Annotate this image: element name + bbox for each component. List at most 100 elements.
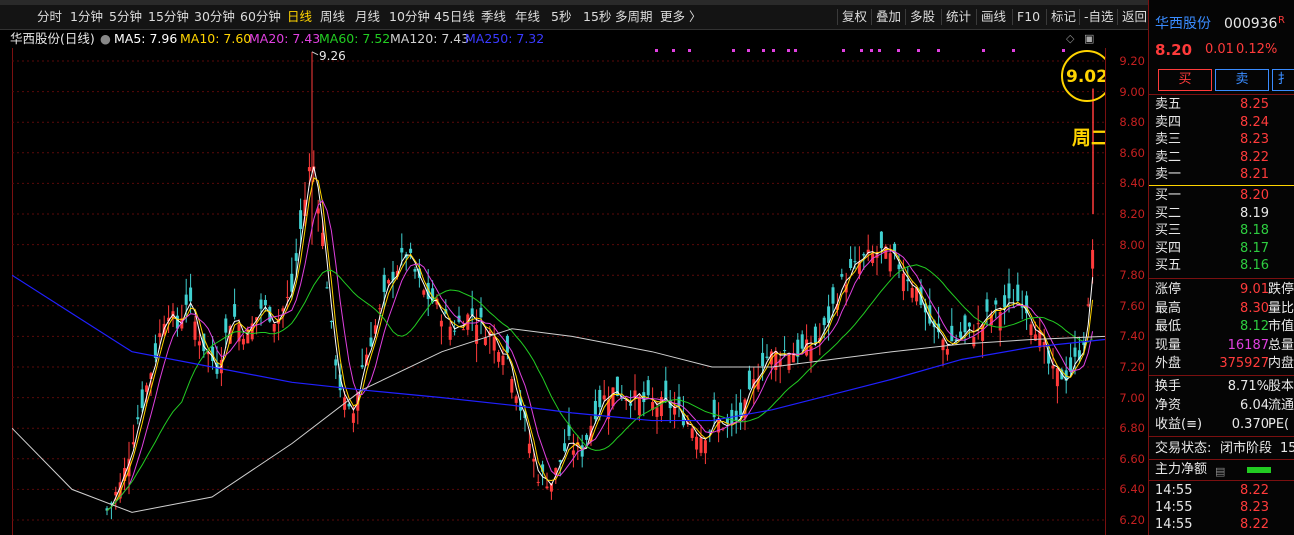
toolbar-action-0[interactable]: 复权 — [842, 5, 867, 29]
bid-label: 买三 — [1155, 223, 1182, 239]
main-flow-bar — [1247, 467, 1271, 473]
candle-body — [439, 320, 443, 327]
candle-body — [409, 248, 413, 253]
window-icon[interactable]: ▣ — [1084, 29, 1094, 49]
period-tab-4[interactable]: 30分钟 — [194, 5, 235, 29]
candle-body — [453, 330, 457, 332]
candle-body — [910, 288, 914, 298]
toolbar-action-4[interactable]: 画线 — [981, 5, 1006, 29]
candle-body — [536, 481, 540, 483]
toolbar-action-8[interactable]: 返回 — [1122, 5, 1147, 29]
candle-body — [783, 350, 787, 352]
stat-label: 涨停 — [1155, 282, 1182, 297]
stock-name[interactable]: 华西股份 — [1155, 13, 1211, 35]
period-tab-0[interactable]: 分时 — [37, 5, 62, 29]
toolbar-action-2[interactable]: 多股 — [910, 5, 935, 29]
ask-label: 卖一 — [1155, 167, 1182, 183]
trade-status-row: 交易状态: 闭市阶段 15 — [1149, 440, 1294, 458]
ask-price: 8.21 — [1240, 167, 1269, 183]
bid-price: 8.16 — [1240, 258, 1269, 274]
candle-body — [241, 338, 245, 345]
bid-price: 8.17 — [1240, 240, 1269, 256]
expand-icon[interactable]: ▤ — [1215, 463, 1225, 481]
stat2-value: 8.71% — [1227, 379, 1269, 394]
signal-marker — [878, 49, 881, 52]
candle-body — [1007, 283, 1011, 299]
period-tab-1[interactable]: 1分钟 — [70, 5, 103, 29]
period-tab-11[interactable]: 季线 — [481, 5, 506, 29]
candle-body — [571, 450, 575, 455]
stat-label: 最高 — [1155, 300, 1182, 316]
candle-body — [747, 370, 751, 390]
ma5-line — [106, 166, 1094, 511]
candle-body — [263, 299, 267, 306]
candle-body — [527, 443, 531, 454]
diamond-icon[interactable]: ◇ — [1066, 29, 1074, 49]
axis-tick-label: 8.00 — [1119, 237, 1145, 252]
sell-button[interactable]: 卖 — [1215, 69, 1269, 91]
candle-body — [360, 365, 364, 368]
candle-body — [994, 300, 998, 305]
candle-body — [189, 287, 193, 302]
buy-button[interactable]: 买 — [1158, 69, 1212, 91]
signal-marker — [762, 49, 765, 52]
candle-body — [140, 389, 144, 409]
toolbar-action-6[interactable]: 标记 — [1051, 5, 1076, 29]
axis-tick-label: 6.20 — [1119, 513, 1145, 527]
tick-price: 8.23 — [1240, 500, 1269, 515]
bid-label: 买二 — [1155, 205, 1182, 221]
stat2-row: 净资 6.04 流通 — [1149, 397, 1294, 415]
ma10-label: MA10: 7.60 — [180, 31, 252, 46]
bid-row: 买四 8.17 — [1149, 240, 1294, 258]
stat-label: 最低 — [1155, 319, 1182, 335]
toolbar-action-3[interactable]: 统计 — [946, 5, 971, 29]
candle-body — [1091, 249, 1095, 269]
stock-header: 华西股份 000936 R — [1149, 13, 1294, 35]
period-tab-2[interactable]: 5分钟 — [109, 5, 142, 29]
candle-body — [1051, 365, 1055, 369]
period-tab-7[interactable]: 周线 — [320, 5, 345, 29]
candle-body — [532, 458, 536, 462]
candle-body — [831, 287, 835, 304]
more-trade-button[interactable]: 扌 — [1272, 69, 1294, 91]
period-tab-9[interactable]: 10分钟 — [389, 5, 430, 29]
axis-tick-label: 8.80 — [1119, 115, 1145, 130]
period-tab-12[interactable]: 年线 — [515, 5, 540, 29]
stat-value: 16187 — [1227, 337, 1269, 353]
candle-body — [787, 355, 791, 370]
candle-body — [558, 459, 562, 462]
period-tab-15[interactable]: 多周期 — [615, 5, 653, 29]
candle-body — [673, 406, 677, 415]
price-axis: 9.20 9.00 8.80 8.60 8.40 8.20 8.00 7.80 7.60 7.40… — [1105, 48, 1149, 535]
period-tab-16[interactable]: 更多 〉 — [660, 5, 701, 29]
candle-body — [695, 436, 699, 450]
period-tab-3[interactable]: 15分钟 — [148, 5, 189, 29]
period-tab-10[interactable]: 45日线 — [434, 5, 475, 29]
toolbar-action-7[interactable]: -自选 — [1084, 5, 1114, 29]
candle-body — [853, 261, 857, 263]
period-tab-13[interactable]: 5秒 — [551, 5, 571, 29]
ma120-label: MA120: 7.43 — [390, 31, 470, 46]
kline-chart[interactable]: 9.26 9.02 周二 — [12, 48, 1105, 535]
stat-row: 最高 8.30 量比 — [1149, 300, 1294, 318]
ask-price: 8.22 — [1240, 149, 1269, 165]
toolbar-divider — [871, 9, 872, 25]
toolbar-action-1[interactable]: 叠加 — [876, 5, 901, 29]
candle-body — [941, 339, 945, 351]
toolbar-divider — [1046, 9, 1047, 25]
period-tab-6[interactable]: 日线 — [287, 5, 312, 29]
axis-tick-label: 6.60 — [1119, 451, 1145, 466]
period-tab-14[interactable]: 15秒 — [583, 5, 611, 29]
period-tab-8[interactable]: 月线 — [355, 5, 380, 29]
stat2-extra: 流通 — [1268, 398, 1294, 413]
candle-body — [510, 378, 514, 393]
toolbar-action-5[interactable]: F10 — [1017, 5, 1040, 29]
circle-icon[interactable]: ● — [100, 29, 111, 49]
candle-body — [646, 380, 650, 396]
signal-marker — [1012, 49, 1015, 52]
candle-body — [400, 247, 404, 253]
period-tab-5[interactable]: 60分钟 — [240, 5, 281, 29]
bid-row: 买五 8.16 — [1149, 257, 1294, 275]
candle-body — [1029, 324, 1033, 336]
candle-body — [158, 333, 162, 338]
